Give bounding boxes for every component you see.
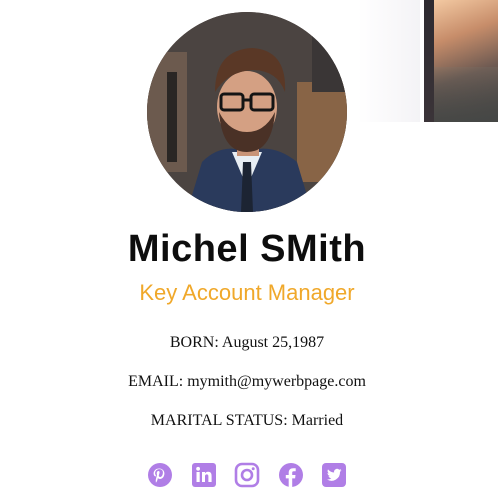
social-links <box>147 462 347 488</box>
born-info: BORN: August 25,1987 <box>169 334 325 351</box>
facebook-icon[interactable] <box>278 462 304 488</box>
twitter-icon[interactable] <box>321 462 347 488</box>
pinterest-icon[interactable] <box>147 462 173 488</box>
instagram-icon[interactable] <box>234 462 260 488</box>
profile-name: Michel SMith <box>127 228 367 270</box>
marital-status-info: MARITAL STATUS: Married <box>150 412 344 429</box>
background-photo <box>358 0 498 122</box>
email-info: EMAIL: mymith@mywerbpage.com <box>128 373 366 390</box>
profile-role: Key Account Manager <box>139 280 355 305</box>
linkedin-icon[interactable] <box>191 462 217 488</box>
avatar <box>147 12 347 212</box>
